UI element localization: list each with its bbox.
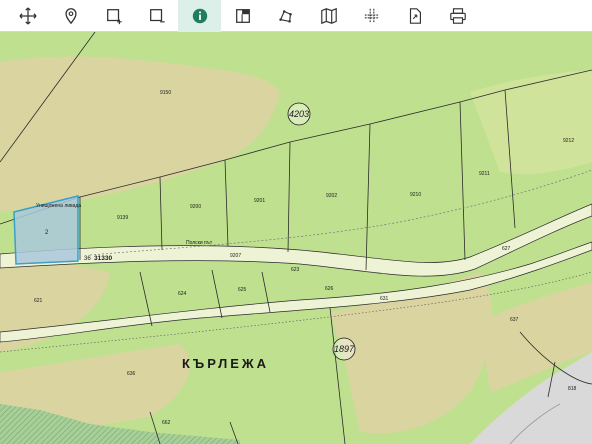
location-pin-icon (64, 7, 77, 24)
split-icon (364, 8, 379, 23)
map-canvas[interactable]: Унищожена ливада 2 36 31330 4203 1897 КЪ… (0, 32, 592, 444)
parcel-number: 621 (34, 298, 43, 304)
edit-layer-icon (235, 8, 250, 23)
circled-number-4203-text: 4203 (289, 109, 309, 119)
parcel-number: 636 (127, 371, 136, 377)
parcel-number: 9150 (160, 90, 171, 96)
tool-export[interactable] (393, 0, 436, 32)
map-toolbar (0, 0, 592, 32)
remove-area-icon (149, 8, 165, 22)
parcel-number: 637 (510, 317, 519, 323)
parcel-number: 9200 (190, 204, 201, 210)
parcel-number: 662 (162, 420, 171, 426)
parcel-number: 625 (238, 287, 247, 293)
export-icon (409, 7, 421, 24)
polygon-icon (278, 9, 292, 23)
tool-move[interactable] (6, 0, 49, 32)
parcel-number: 624 (178, 291, 187, 297)
print-icon (449, 7, 466, 24)
info-icon (192, 8, 207, 23)
road-label: Полски път (186, 240, 213, 246)
parcel-id-label: 31330 (94, 255, 112, 262)
parcel-number: 627 (502, 246, 511, 252)
place-name: КЪРЛЕЖА (182, 356, 269, 371)
parcel-id-prefix: 36 (84, 256, 91, 262)
parcel-number: 9207 (230, 253, 241, 259)
tool-remove-area[interactable] (135, 0, 178, 32)
tool-location[interactable] (49, 0, 92, 32)
tool-split[interactable] (350, 0, 393, 32)
parcel-number: 818 (568, 386, 577, 392)
tool-edit-layer[interactable] (221, 0, 264, 32)
tool-polygon[interactable] (264, 0, 307, 32)
parcel-number: 9139 (117, 215, 128, 221)
tool-map[interactable] (307, 0, 350, 32)
parcel-number: 623 (291, 267, 300, 273)
cadastral-map[interactable]: Унищожена ливада 2 36 31330 4203 1897 КЪ… (0, 32, 592, 444)
parcel-number: 626 (325, 286, 334, 292)
parcel-number: 9210 (410, 192, 421, 198)
circled-number-1897-text: 1897 (334, 344, 355, 354)
parcel-number: 9211 (479, 171, 490, 177)
tool-info[interactable] (178, 0, 221, 32)
tool-print[interactable] (436, 0, 479, 32)
parcel-number: 9202 (326, 193, 337, 199)
map-icon (320, 7, 337, 24)
move-icon (18, 6, 37, 25)
parcel-number: 9201 (254, 198, 265, 204)
tool-add-area[interactable] (92, 0, 135, 32)
parcel-number: 9212 (563, 138, 574, 144)
add-area-icon (106, 8, 122, 24)
parcel-number: 631 (380, 296, 389, 302)
selected-parcel-type-label: Унищожена ливада (36, 203, 81, 209)
